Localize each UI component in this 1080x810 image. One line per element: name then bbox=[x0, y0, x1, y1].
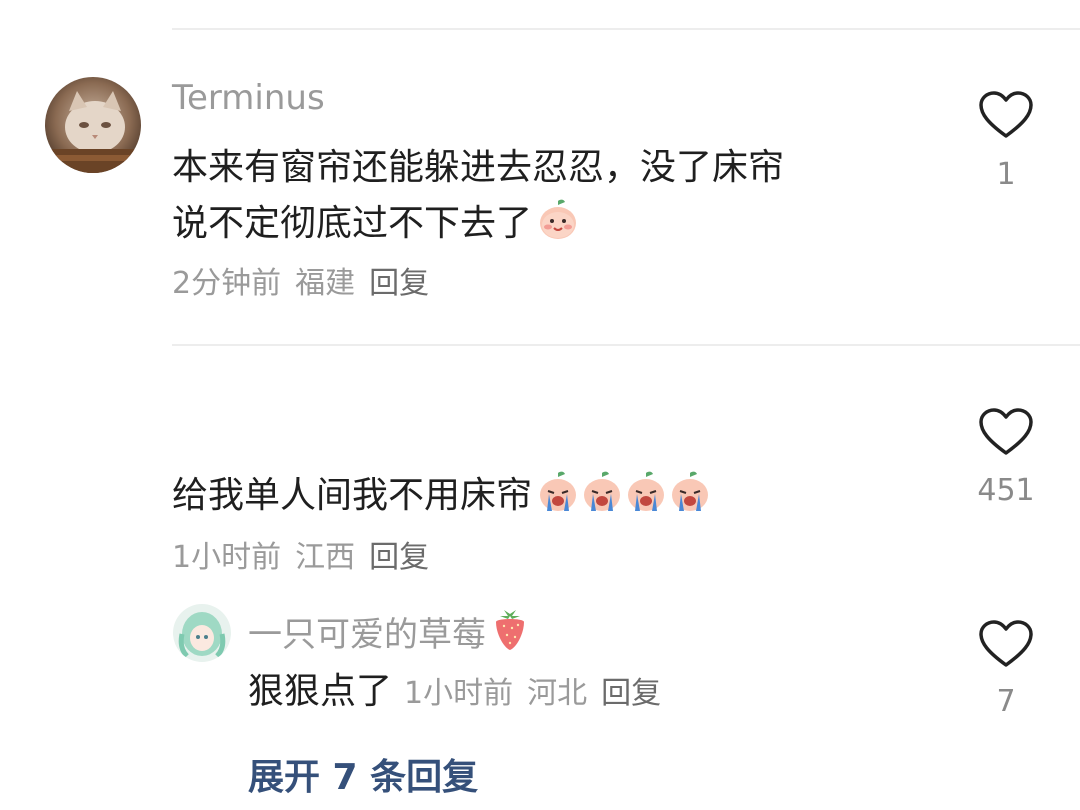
comment-text-line: 本来有窗帘还能躲进去忍忍，没了床帘 bbox=[172, 147, 785, 188]
like-button[interactable] bbox=[978, 619, 1034, 669]
reply-meta: 1小时前 河北 回复 bbox=[404, 676, 675, 711]
reply-button[interactable]: 回复 bbox=[369, 266, 429, 301]
heart-outline-icon bbox=[979, 620, 1033, 667]
reply-text-row: 狠狠点了 1小时前 河北 回复 bbox=[248, 664, 675, 722]
like-button[interactable] bbox=[978, 90, 1034, 140]
reply-button[interactable]: 回复 bbox=[369, 540, 429, 575]
reply-username[interactable]: 一只可爱的草莓 bbox=[248, 607, 530, 661]
like-count: 451 bbox=[977, 473, 1035, 508]
reply-time: 1小时前 bbox=[404, 676, 514, 711]
avatar[interactable] bbox=[173, 604, 231, 662]
comment-time: 1小时前 bbox=[172, 540, 282, 575]
like-count: 1 bbox=[996, 157, 1016, 192]
peach-crying-emoji bbox=[536, 469, 580, 530]
reply-button[interactable]: 回复 bbox=[601, 676, 661, 711]
heart-outline-icon bbox=[979, 91, 1033, 138]
comment-divider bbox=[172, 344, 1080, 346]
peach-crying-emoji bbox=[668, 469, 712, 530]
peach-crying-emoji bbox=[624, 469, 668, 530]
comment-text-value: 给我单人间我不用床帘 bbox=[172, 475, 533, 516]
top-divider bbox=[172, 28, 1080, 30]
strawberry-emoji bbox=[490, 608, 530, 661]
comment-username[interactable]: Terminus bbox=[172, 78, 325, 118]
avatar[interactable] bbox=[45, 77, 141, 173]
comment-text-line-2-text: 说不定彻底过不下去了 bbox=[172, 203, 533, 244]
comment-time: 2分钟前 bbox=[172, 266, 282, 301]
comment-text: 给我单人间我不用床帘 bbox=[172, 468, 712, 530]
reply-location: 河北 bbox=[527, 676, 588, 711]
reply-username-text: 一只可爱的草莓 bbox=[248, 615, 486, 655]
comment-location: 福建 bbox=[295, 266, 356, 301]
peach-crying-emoji bbox=[580, 469, 624, 530]
like-button[interactable] bbox=[978, 407, 1034, 457]
comment-text: 本来有窗帘还能躲进去忍忍，没了床帘 说不定彻底过不下去了 bbox=[172, 140, 784, 258]
reply-text: 狠狠点了 bbox=[248, 671, 393, 712]
comment-meta: 2分钟前 福建 回复 bbox=[172, 258, 443, 302]
expand-replies-button[interactable]: 展开 7 条回复 bbox=[248, 748, 478, 800]
like-count: 7 bbox=[996, 684, 1016, 719]
comment-meta: 1小时前 江西 回复 bbox=[172, 532, 443, 576]
comment-location: 江西 bbox=[295, 540, 356, 575]
comment-text-line-2: 说不定彻底过不下去了 bbox=[172, 196, 784, 258]
peach-smile-emoji bbox=[536, 197, 580, 258]
heart-outline-icon bbox=[979, 408, 1033, 455]
